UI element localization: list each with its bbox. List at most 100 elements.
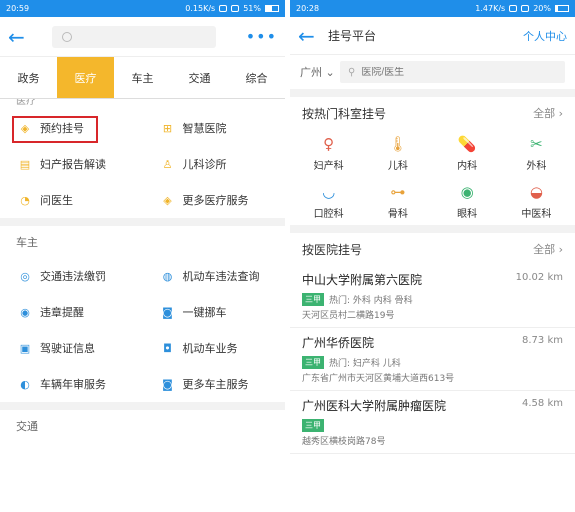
thermometer-icon: 🌡 bbox=[388, 134, 408, 153]
department-label: 眼科 bbox=[457, 208, 478, 220]
service-label: 机动车业务 bbox=[182, 342, 238, 355]
tab-item[interactable]: 综合 bbox=[228, 57, 285, 98]
header: ← ••• bbox=[0, 17, 285, 57]
service-item[interactable]: ◍ 机动车违法查询 bbox=[143, 258, 286, 294]
service-label: 更多车主服务 bbox=[182, 378, 249, 391]
service-label: 交通违法缴罚 bbox=[40, 270, 106, 283]
wifi-icon bbox=[521, 5, 530, 12]
report-icon: ▤ bbox=[19, 157, 31, 171]
service-label: 儿科诊所 bbox=[182, 158, 227, 171]
status-time: 20:28 bbox=[296, 4, 320, 13]
department-label: 口腔科 bbox=[313, 208, 344, 220]
hospital-item[interactable]: 广州医科大学附属肿瘤医院 4.58 km 三甲 越秀区横枝岗路78号 bbox=[290, 391, 575, 454]
city-select[interactable]: 广州 ⌄ bbox=[300, 64, 340, 80]
search-icon bbox=[62, 31, 72, 42]
search-field[interactable] bbox=[78, 30, 178, 43]
hospital-address: 广东省广州市天河区黄埔大道西613号 bbox=[302, 374, 455, 384]
department-item[interactable]: 🌡 儿科 bbox=[363, 129, 432, 177]
pill-icon: 💊 bbox=[457, 134, 477, 153]
department-label: 骨科 bbox=[387, 208, 408, 220]
department-item[interactable]: ♀ 妇产科 bbox=[294, 129, 363, 177]
service-label: 机动车违法查询 bbox=[182, 270, 260, 283]
service-item[interactable]: ♙ 儿科诊所 bbox=[143, 146, 286, 182]
service-item[interactable]: ◐ 车辆年审服务 bbox=[0, 366, 143, 402]
search-input[interactable] bbox=[52, 25, 216, 48]
section-title-car: 车主 bbox=[0, 218, 285, 258]
page-title: 挂号平台 bbox=[328, 29, 377, 43]
car-icon: ◙ bbox=[162, 305, 173, 319]
service-item[interactable]: ◔ 问医生 bbox=[0, 182, 143, 218]
battery-icon bbox=[265, 5, 279, 12]
department-label: 中医科 bbox=[521, 208, 552, 220]
tab-item[interactable]: 政务 bbox=[0, 57, 57, 98]
battery-percent: 51% bbox=[243, 4, 261, 13]
hospital-address: 越秀区横枝岗路78号 bbox=[302, 437, 386, 447]
service-item[interactable]: ◎ 交通违法缴罚 bbox=[0, 258, 143, 294]
tab-item[interactable]: 车主 bbox=[114, 57, 171, 98]
hospital-header: 按医院挂号 全部 › bbox=[290, 233, 575, 265]
service-item[interactable]: ◈ 预约挂号 bbox=[0, 110, 143, 146]
department-item[interactable]: 💊 内科 bbox=[433, 129, 502, 177]
hospital-tags: 三甲 热门: 外科 内科 骨科 bbox=[302, 293, 563, 306]
chat-icon: ◔ bbox=[20, 193, 30, 207]
diamond-icon: ◈ bbox=[163, 193, 172, 207]
department-label: 外科 bbox=[526, 160, 547, 172]
battery-percent: 20% bbox=[533, 4, 551, 13]
department-item[interactable]: ⊶ 骨科 bbox=[363, 177, 432, 225]
status-bar: 20:59 0.15K/s 51% bbox=[0, 0, 285, 17]
service-item[interactable]: ◉ 违章提醒 bbox=[0, 294, 143, 330]
alarm-icon bbox=[219, 5, 228, 12]
tab-item[interactable]: 交通 bbox=[171, 57, 228, 98]
service-item[interactable]: ◈ 更多医疗服务 bbox=[143, 182, 286, 218]
back-arrow-icon[interactable]: ← bbox=[298, 24, 324, 48]
all-departments-link[interactable]: 全部 › bbox=[533, 105, 563, 121]
service-item[interactable]: ◘ 机动车业务 bbox=[143, 330, 286, 366]
service-item[interactable]: ▤ 妇产报告解读 bbox=[0, 146, 143, 182]
status-time: 20:59 bbox=[6, 4, 30, 13]
service-item[interactable]: ▣ 驾驶证信息 bbox=[0, 330, 143, 366]
section-title-medical: 医疗 bbox=[16, 99, 36, 107]
hospital-item[interactable]: 广州华侨医院 8.73 km 三甲 热门: 妇产科 儿科 广东省广州市天河区黄埔大道西6… bbox=[290, 328, 575, 391]
department-label: 妇产科 bbox=[313, 160, 344, 172]
hospital-distance: 4.58 km bbox=[522, 398, 563, 409]
status-bar: 20:28 1.47K/s 20% bbox=[290, 0, 575, 17]
service-item[interactable]: ◙ 更多车主服务 bbox=[143, 366, 286, 402]
hot-departments-title: 按热门科室挂号 bbox=[302, 106, 387, 121]
department-item[interactable]: ◉ 眼科 bbox=[433, 177, 502, 225]
service-label: 驾驶证信息 bbox=[40, 342, 95, 355]
highlight-box bbox=[12, 116, 98, 143]
department-item[interactable]: ◒ 中医科 bbox=[502, 177, 571, 225]
personal-center-link[interactable]: 个人中心 bbox=[523, 28, 567, 44]
section-title-traffic: 交通 bbox=[0, 402, 285, 442]
hot-departments-header: 按热门科室挂号 全部 › bbox=[290, 97, 575, 129]
search-field[interactable] bbox=[361, 66, 542, 78]
car-service-icon: ◘ bbox=[163, 341, 172, 355]
department-grid: ♀ 妇产科 🌡 儿科 💊 内科 ✂ 外科 ◡ 口腔科 ⊶ 骨科 ◉ 眼科 ◒ 中医科 bbox=[290, 129, 575, 225]
hospital-tags: 三甲 bbox=[302, 419, 563, 432]
inspection-icon: ◐ bbox=[20, 377, 30, 391]
service-item[interactable]: ⊞ 智慧医院 bbox=[143, 110, 286, 146]
alarm-icon bbox=[509, 5, 518, 12]
grade-badge: 三甲 bbox=[302, 419, 324, 432]
service-item[interactable]: ◙ 一键挪车 bbox=[143, 294, 286, 330]
battery-icon bbox=[555, 5, 569, 12]
car-more-icon: ◙ bbox=[162, 377, 173, 391]
uterus-icon: ♀ bbox=[323, 134, 335, 153]
service-label: 问医生 bbox=[40, 194, 73, 207]
child-icon: ♙ bbox=[162, 157, 173, 171]
tab-item[interactable]: 医疗 bbox=[57, 57, 114, 98]
hospital-icon: ⊞ bbox=[162, 121, 173, 135]
hospital-section-title: 按医院挂号 bbox=[302, 242, 363, 257]
hospital-tags: 三甲 热门: 妇产科 儿科 bbox=[302, 356, 563, 369]
all-hospitals-link[interactable]: 全部 › bbox=[533, 241, 563, 257]
network-speed: 1.47K/s bbox=[475, 4, 506, 13]
back-arrow-icon[interactable]: ← bbox=[8, 25, 34, 49]
department-item[interactable]: ◡ 口腔科 bbox=[294, 177, 363, 225]
service-label: 更多医疗服务 bbox=[182, 194, 249, 207]
department-item[interactable]: ✂ 外科 bbox=[502, 129, 571, 177]
department-label: 儿科 bbox=[387, 160, 408, 172]
hospital-search-input[interactable]: ⚲ bbox=[340, 61, 565, 83]
department-label: 内科 bbox=[457, 160, 478, 172]
more-icon[interactable]: ••• bbox=[246, 27, 277, 46]
hospital-item[interactable]: 中山大学附属第六医院 10.02 km 三甲 热门: 外科 内科 骨科 天河区员村二横路… bbox=[290, 265, 575, 328]
